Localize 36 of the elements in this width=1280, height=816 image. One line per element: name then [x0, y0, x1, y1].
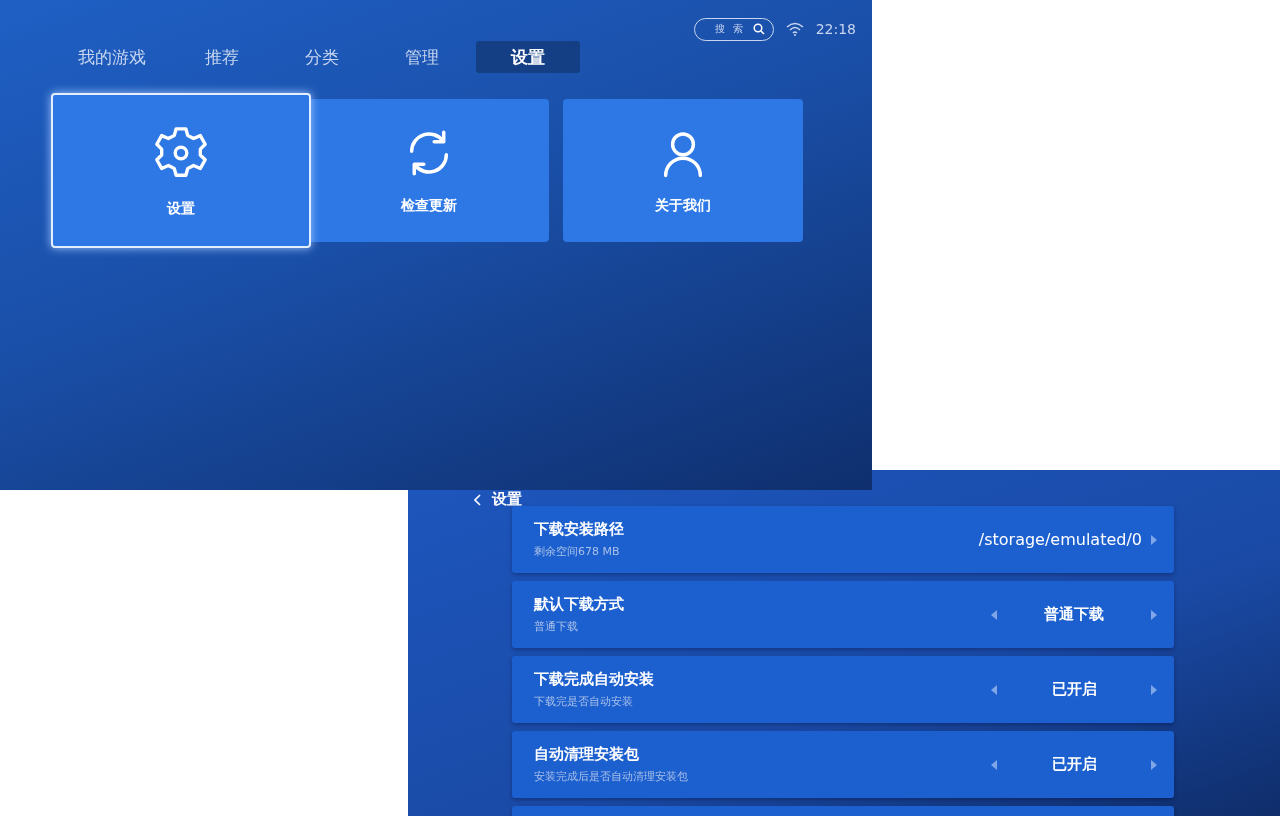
setting-value: 已开启 [1050, 755, 1098, 774]
menu-tile[interactable]: 检查更新 [309, 99, 549, 242]
triangle-left-icon[interactable] [990, 608, 998, 621]
setting-description: 剩余空间678 MB [534, 544, 621, 559]
setting-row[interactable]: 下载完成自动安装 下载完是否自动安装 已开启 [512, 656, 1174, 723]
search-icon [752, 23, 765, 35]
triangle-right-icon[interactable] [1150, 758, 1158, 771]
setting-title: 自动清理安装包 [534, 745, 640, 764]
setting-value: 已开启 [1050, 680, 1098, 699]
setting-description: 下载完是否自动安装 [534, 694, 634, 709]
setting-row[interactable]: 默认下载方式 普通下载 普通下载 [512, 581, 1174, 648]
triangle-right-icon[interactable] [1150, 533, 1158, 546]
setting-title: 下载完成自动安装 [534, 670, 654, 689]
setting-title: 默认下载方式 [534, 595, 624, 614]
setting-title: 下载安装路径 [534, 520, 624, 539]
setting-description: 普通下载 [534, 619, 579, 634]
wifi-icon [785, 22, 804, 36]
setting-row[interactable]: 自动清理安装包 安装完成后是否自动清理安装包 已开启 [512, 731, 1174, 798]
setting-row[interactable]: 下载安装路径 剩余空间678 MB /storage/emulated/0 [512, 506, 1174, 573]
setting-description: 安装完成后是否自动清理安装包 [534, 769, 688, 784]
nav-tab[interactable]: 设置 [476, 41, 580, 73]
setting-value: 普通下载 [1043, 605, 1105, 624]
triangle-left-icon[interactable] [990, 683, 998, 696]
chevron-left-icon [474, 493, 482, 506]
triangle-right-icon[interactable] [1150, 608, 1158, 621]
triangle-left-icon[interactable] [990, 758, 998, 771]
menu-tile[interactable]: 设置 [51, 93, 311, 248]
nav-tab[interactable]: 推荐 [172, 41, 272, 73]
back-button[interactable]: 设置 [474, 490, 522, 509]
nav-tab[interactable]: 分类 [272, 41, 372, 73]
nav-tab[interactable]: 我的游戏 [52, 41, 172, 73]
menu-tile[interactable]: 关于我们 [563, 99, 803, 242]
setting-value: /storage/emulated/0 [978, 530, 1142, 549]
triangle-right-icon[interactable] [1150, 683, 1158, 696]
nav-tab[interactable]: 管理 [372, 41, 472, 73]
clock-time: 22:18 [815, 21, 856, 37]
